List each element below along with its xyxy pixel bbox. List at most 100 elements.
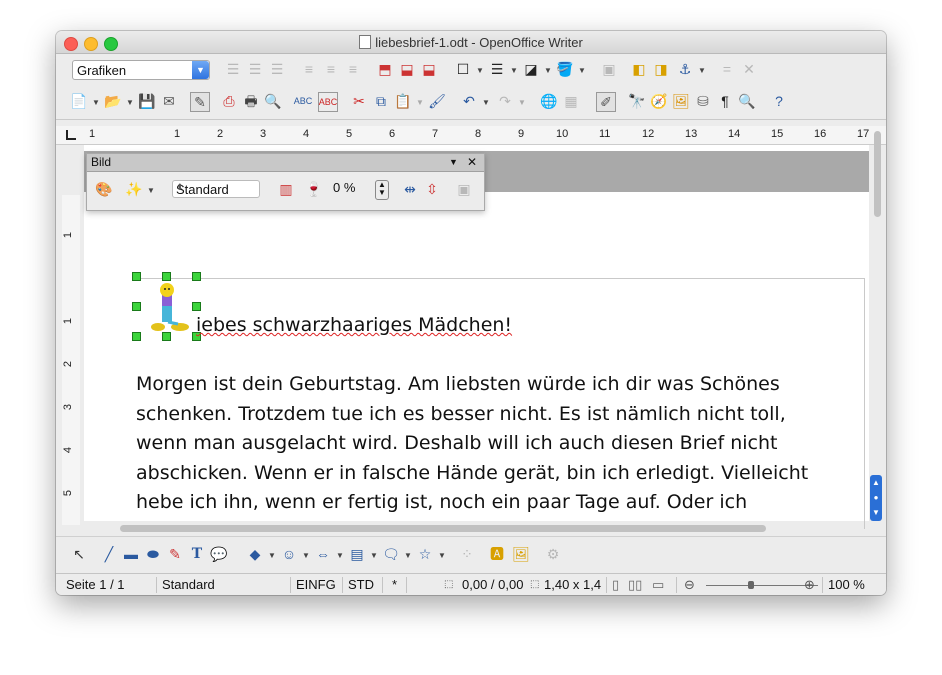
text-align-left-icon[interactable]: ≡ [300,60,318,78]
resize-handle[interactable] [162,272,171,281]
flowchart-icon[interactable]: ▤ [348,545,366,563]
toolbar-menu-icon[interactable]: ▼ [449,157,458,167]
send-to-back-icon[interactable]: ◨ [652,60,670,78]
background-color-dropdown-icon[interactable]: ▼ [578,66,586,75]
show-draw-functions-icon[interactable]: ✐ [596,92,616,112]
redo-dropdown-icon[interactable]: ▼ [518,98,526,107]
vertical-scrollbar[interactable] [873,127,882,521]
select-arrow-icon[interactable]: ↖ [70,545,88,563]
callouts-icon[interactable]: 🗨 [382,545,400,563]
horizontal-scrollbar[interactable] [120,525,766,532]
background-color-icon[interactable]: 🪣 [556,60,574,78]
navigator-icon[interactable]: 🧭 [650,92,668,110]
crop-icon[interactable]: ▣ [455,180,473,198]
from-file-icon[interactable]: 🖼 [512,545,530,563]
transparency-spinner[interactable]: ▲ ▼ [375,180,389,200]
paragraph-style-select[interactable]: Grafiken ▼ [72,60,210,80]
text-icon[interactable]: T [188,545,206,563]
border-color-dropdown-icon[interactable]: ▼ [544,66,552,75]
block-arrows-dropdown-icon[interactable]: ▼ [336,551,344,560]
align-right-icon[interactable]: ☰ [268,60,286,78]
print-icon[interactable]: 🖶 [242,92,260,110]
fontwork-icon[interactable]: 🅰 [488,545,506,563]
rectangle-icon[interactable]: ▬ [122,545,140,563]
redo-icon[interactable]: ↷ [496,92,514,110]
extrusion-icon[interactable]: ⚙ [544,545,562,563]
symbol-shapes-dropdown-icon[interactable]: ▼ [302,551,310,560]
data-sources-icon[interactable]: ⛁ [694,92,712,110]
page-navigation-control[interactable]: ▲ ● ▼ [870,475,882,521]
autospellcheck-icon[interactable]: ABC [318,92,338,112]
undo-icon[interactable]: ↶ [460,92,478,110]
export-pdf-icon[interactable]: ⎙ [220,92,238,110]
spellcheck-icon[interactable]: ABC [294,92,313,110]
new-document-icon[interactable]: 📄 [70,92,88,110]
close-icon[interactable]: ✕ [467,155,477,169]
undo-dropdown-icon[interactable]: ▼ [482,98,490,107]
line-style-dropdown-icon[interactable]: ▼ [510,66,518,75]
table-icon[interactable]: ▦ [562,92,580,110]
vertical-ruler[interactable]: 1 1 2 3 4 5 [56,145,84,525]
line-style-icon[interactable]: ☰ [488,60,506,78]
symbol-shapes-icon[interactable]: ☺ [280,545,298,563]
copy-icon[interactable]: ⧉ [372,92,390,110]
flip-vertical-icon[interactable]: ⇹ [401,180,419,198]
resize-handle[interactable] [132,302,141,311]
tab-stop-selector[interactable] [66,130,76,140]
single-page-view-icon[interactable]: ▯ [612,577,619,593]
horizontal-ruler[interactable]: 1 1 2 3 4 5 6 7 8 9 10 11 12 13 14 15 16… [56,126,886,145]
wand-icon[interactable]: ✨ [125,180,143,198]
help-icon[interactable]: ? [770,92,788,110]
selection-mode-indicator[interactable]: STD [348,577,374,592]
basic-shapes-icon[interactable]: ◆ [246,545,264,563]
book-view-icon[interactable]: ▭ [652,577,664,593]
anchor-dropdown-icon[interactable]: ▼ [698,66,706,75]
borders-dropdown-icon[interactable]: ▼ [476,66,484,75]
formatting-marks-icon[interactable]: ¶ [716,92,734,110]
hyperlink-icon[interactable]: 🌐 [540,92,558,110]
graphics-mode-select[interactable]: Standard ⬍ [172,180,260,198]
points-icon[interactable]: ⁘ [458,545,476,563]
text-align-center-icon[interactable]: ≡ [322,60,340,78]
find-replace-icon[interactable]: 🔭 [628,92,646,110]
anchor-icon[interactable]: ⚓ [676,60,694,78]
zoom-slider[interactable] [706,585,818,586]
edit-mode-icon[interactable]: ✎ [190,92,210,112]
paste-icon[interactable]: 📋 [394,92,412,110]
multi-page-view-icon[interactable]: ▯▯ [628,577,642,593]
insert-mode-indicator[interactable]: EINFG [296,577,336,592]
cut-icon[interactable]: ✂ [350,92,368,110]
selected-image[interactable] [132,272,201,341]
stars-icon[interactable]: ☆ [416,545,434,563]
transparency-icon[interactable]: 🍷 [305,180,323,198]
wrap-icon[interactable]: ✕ [740,60,758,78]
print-preview-icon[interactable]: 🔍 [264,92,282,110]
resize-handle[interactable] [162,332,171,341]
frame-properties-icon[interactable]: ▣ [600,60,618,78]
flowchart-dropdown-icon[interactable]: ▼ [370,551,378,560]
salutation-line[interactable]: iebes schwarzhaariges Mädchen! [196,314,512,336]
open-folder-icon[interactable]: 📂 [104,92,122,110]
resize-handle[interactable] [132,272,141,281]
resize-handle[interactable] [192,302,201,311]
block-arrows-icon[interactable]: ⇔ [314,545,332,563]
flip-horizontal-icon[interactable]: ⇳ [423,180,441,198]
transparency-field[interactable]: 0 % [333,180,363,198]
page-style-indicator[interactable]: Standard [162,577,215,592]
zoom-in-icon[interactable]: ⊕ [804,577,815,593]
align-left-icon[interactable]: ☰ [224,60,242,78]
callouts-dropdown-icon[interactable]: ▼ [404,551,412,560]
basic-shapes-dropdown-icon[interactable]: ▼ [268,551,276,560]
callout-icon[interactable]: 💬 [210,545,228,563]
resize-handle[interactable] [132,332,141,341]
email-icon[interactable]: ✉ [160,92,178,110]
text-align-right-icon[interactable]: ≡ [344,60,362,78]
graphics-filter-icon[interactable]: 🎨 [95,180,113,198]
borders-icon[interactable]: ☐ [454,60,472,78]
image-toolbar-titlebar[interactable]: Bild ▼ ✕ [87,154,484,172]
zoom-out-icon[interactable]: ⊖ [684,577,695,593]
body-text[interactable]: Morgen ist dein Geburtstag. Am liebsten … [136,370,856,518]
paste-dropdown-icon[interactable]: ▼ [416,98,424,107]
zoom-icon[interactable]: 🔍 [738,92,756,110]
wrap-off-icon[interactable]: = [718,60,736,78]
